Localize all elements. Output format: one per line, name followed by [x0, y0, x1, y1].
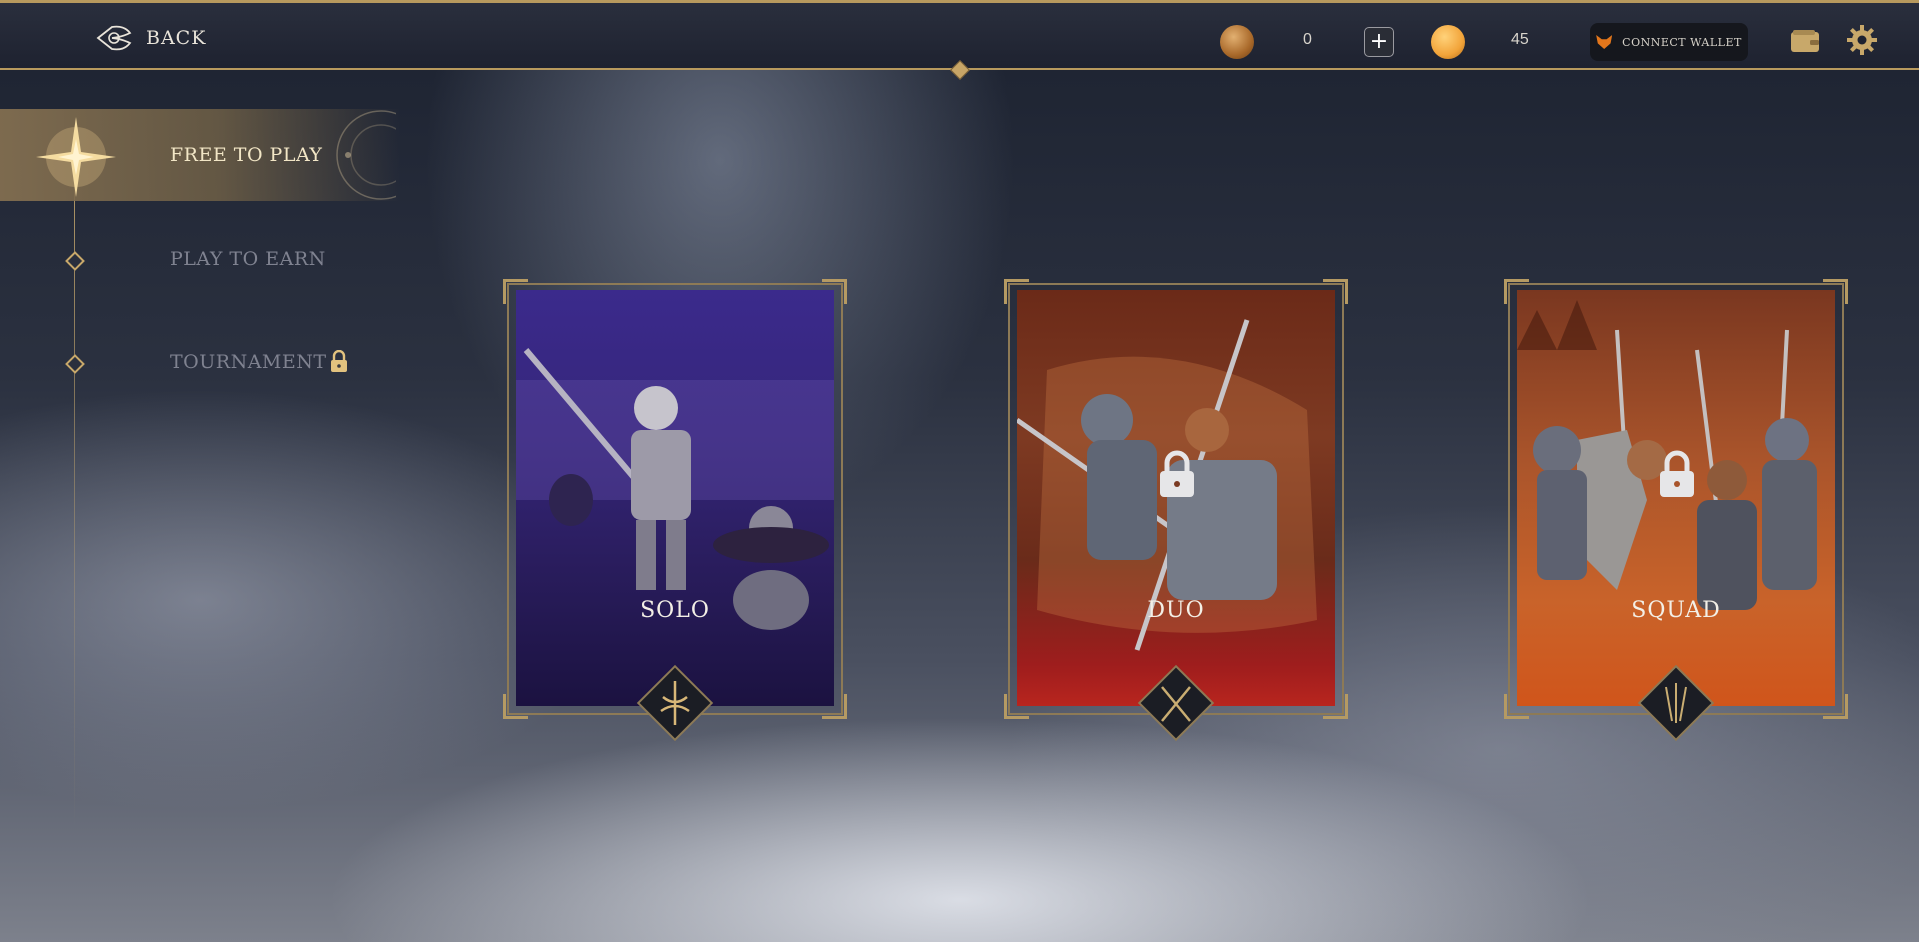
card-frame [1004, 279, 1348, 719]
lock-icon [331, 350, 347, 372]
sidebar-item-label: TOURNAMENT [170, 351, 327, 373]
back-label: BACK [146, 27, 207, 49]
card-title: SQUAD [1631, 598, 1721, 623]
squad-emblem-icon [1637, 664, 1715, 742]
mode-card-squad[interactable]: SQUAD [1504, 279, 1848, 742]
sidebar-item-label: PLAY TO EARN [170, 248, 326, 270]
card-frame [1504, 279, 1848, 719]
diamond-marker [65, 354, 85, 374]
solo-emblem-icon [636, 664, 714, 742]
gear-icon[interactable] [1846, 24, 1878, 56]
card-title: SOLO [640, 598, 710, 623]
mode-card-solo[interactable]: SOLO [503, 279, 847, 742]
sidebar-item-tournament[interactable]: TOURNAMENT [0, 316, 400, 408]
diamond-marker [65, 251, 85, 271]
sidebar-item-label: FREE TO PLAY [170, 144, 323, 166]
token-icon [1431, 25, 1465, 59]
connect-wallet-button[interactable]: CONNECT WALLET [1590, 23, 1748, 61]
wallet-icon[interactable] [1790, 29, 1820, 53]
coin-icon [1220, 25, 1254, 59]
duo-emblem-icon [1137, 664, 1215, 742]
coin-balance: 0 [1303, 31, 1312, 48]
mode-card-duo[interactable]: DUO [1004, 279, 1348, 742]
connect-wallet-label: CONNECT WALLET [1622, 35, 1742, 49]
add-coins-button[interactable]: + [1364, 27, 1394, 57]
sidebar-item-free-to-play[interactable]: FREE TO PLAY [0, 109, 400, 201]
card-title: DUO [1147, 598, 1205, 623]
ring-ornament [336, 110, 396, 200]
fox-icon [1596, 35, 1613, 49]
back-button[interactable]: BACK [96, 21, 206, 55]
sidebar-item-play-to-earn[interactable]: PLAY TO EARN [0, 213, 400, 305]
card-frame [503, 279, 847, 719]
celtic-knot-back-icon [96, 25, 132, 51]
token-balance: 45 [1511, 31, 1529, 48]
compass-star-icon [36, 117, 116, 197]
